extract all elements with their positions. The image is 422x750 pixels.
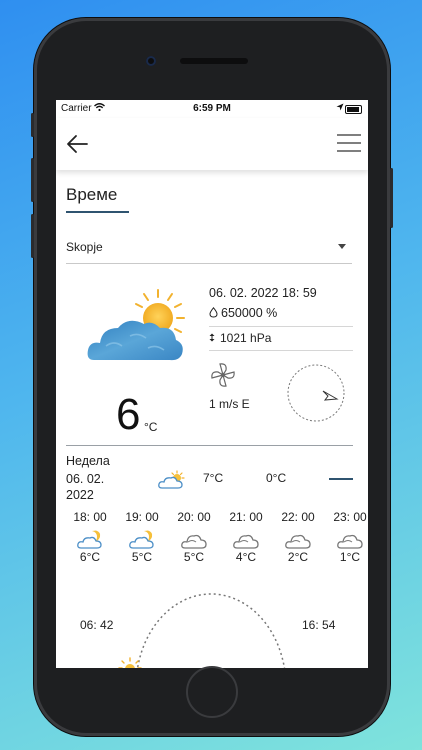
pressure-arrows-icon (209, 333, 215, 342)
status-bar: Carrier 6:59 PM (56, 100, 368, 118)
hourly-item: 18: 00 6°C (66, 510, 114, 564)
day-min-temp: 0°C (266, 471, 287, 485)
silent-switch (31, 113, 34, 137)
cloud-icon (233, 534, 259, 549)
earpiece-speaker (180, 58, 248, 64)
power-button (390, 168, 393, 228)
cloud-moon-icon (77, 530, 102, 549)
hourly-forecast[interactable]: 18: 00 6°C 19: 00 5°C 20: 00 5°C 21: 00 … (66, 510, 368, 570)
hour-temp: 5°C (183, 550, 205, 564)
hour-time: 21: 00 (229, 510, 263, 524)
temperature-unit: °C (144, 420, 158, 434)
hourly-item: 22: 00 2°C (274, 510, 322, 564)
day-max-temp: 7°C (203, 471, 224, 485)
hour-temp: 6°C (79, 550, 101, 564)
hourly-item: 19: 00 5°C (118, 510, 166, 564)
title-underline (66, 211, 129, 213)
day-name: Недела (66, 454, 110, 468)
sun-position-icon (118, 657, 142, 668)
battery-icon (345, 105, 362, 114)
humidity-value: 650000 % (221, 306, 278, 320)
wind-value: 1 m/s E (209, 397, 250, 411)
hourly-item: 23: 00 1°C (326, 510, 368, 564)
volume-down-button (31, 214, 34, 258)
hour-time: 23: 00 (333, 510, 367, 524)
humidity-drop-icon (209, 307, 218, 318)
cloud-moon-icon (129, 530, 154, 549)
details-separator (209, 350, 353, 351)
pressure-row: 1021 hPa (209, 331, 271, 345)
section-divider (66, 445, 353, 446)
pressure-value: 1021 hPa (220, 331, 272, 345)
hour-temp: 2°C (287, 550, 309, 564)
hour-temp: 1°C (339, 550, 361, 564)
partly-cloudy-icon (158, 470, 185, 489)
current-temperature: 6 (116, 390, 141, 439)
back-arrow-icon[interactable] (64, 131, 90, 157)
day-date: 06. 02. 2022 (66, 472, 105, 502)
sun-path-arc (136, 593, 286, 668)
app-bar (56, 118, 368, 170)
page-title: Време (66, 185, 118, 204)
sunset-time: 16: 54 (302, 618, 336, 632)
front-camera (146, 56, 156, 66)
app-screen: Carrier 6:59 PM Време Skopje 6 °C 06. 02… (56, 100, 368, 668)
city-dropdown[interactable]: Skopje (66, 235, 352, 264)
wind-fan-icon (211, 363, 235, 387)
hour-time: 18: 00 (73, 510, 107, 524)
hourly-item: 20: 00 5°C (170, 510, 218, 564)
cloud-icon (337, 534, 363, 549)
sunrise-time: 06: 42 (80, 618, 114, 632)
details-separator (209, 326, 353, 327)
city-dropdown-value: Skopje (66, 240, 103, 254)
partly-cloudy-icon (87, 289, 185, 361)
hamburger-menu-icon[interactable] (336, 132, 362, 154)
day-expand-indicator[interactable] (329, 478, 353, 480)
hour-time: 19: 00 (125, 510, 159, 524)
hour-temp: 5°C (131, 550, 153, 564)
cloud-icon (285, 534, 311, 549)
wind-direction-compass (287, 364, 345, 422)
cloud-icon (181, 534, 207, 549)
current-datetime: 06. 02. 2022 18: 59 (209, 286, 317, 300)
home-button[interactable] (186, 666, 238, 718)
hour-time: 22: 00 (281, 510, 315, 524)
hourly-item: 21: 00 4°C (222, 510, 270, 564)
hour-time: 20: 00 (177, 510, 211, 524)
hour-temp: 4°C (235, 550, 257, 564)
phone-frame: Carrier 6:59 PM Време Skopje 6 °C 06. 02… (31, 18, 393, 736)
location-arrow-icon (336, 103, 344, 113)
status-time: 6:59 PM (193, 103, 231, 114)
dropdown-caret-icon (338, 244, 346, 249)
volume-up-button (31, 158, 34, 202)
humidity-row: 650000 % (209, 306, 277, 320)
